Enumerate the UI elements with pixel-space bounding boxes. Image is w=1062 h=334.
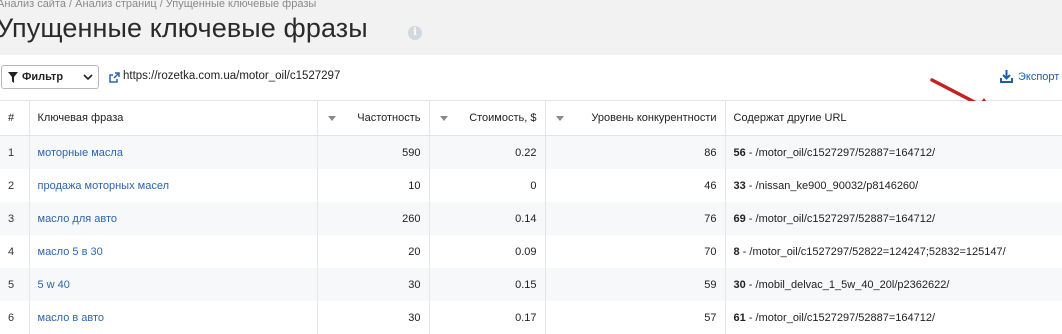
column-header-other-urls[interactable]: Содержат другие URL xyxy=(725,101,1062,136)
table-row: 6 масло в авто 30 0.17 57 61 - /motor_oi… xyxy=(0,301,1062,334)
phrase-link[interactable]: продажа моторных масел xyxy=(38,180,170,192)
url-path: - /nissan_ke900_90032/p8146260/ xyxy=(745,179,919,192)
table-header-row: # Ключевая фраза Частотность Стоимость, … xyxy=(0,101,1062,136)
download-icon xyxy=(1000,70,1013,83)
column-header-cost[interactable]: Стоимость, $ xyxy=(429,101,546,136)
phrase-cell: продажа моторных масел xyxy=(29,169,318,202)
other-urls-cell: 56 - /motor_oil/c1527297/52887=164712/ xyxy=(725,135,1062,169)
competition-cell: 86 xyxy=(545,135,726,169)
phrase-link[interactable]: масло 5 в 30 xyxy=(38,246,103,258)
phrase-link[interactable]: масло в авто xyxy=(38,312,105,324)
row-index: 6 xyxy=(0,301,30,334)
column-header-index: # xyxy=(0,101,30,136)
url-path: - /mobil_delvac_1_5w_40_20l/p2362622/ xyxy=(745,278,950,291)
other-urls-cell: 61 - /motor_oil/c1527297/52887=164712/ xyxy=(725,301,1062,334)
phrase-cell: моторные масла xyxy=(29,135,318,169)
table-row: 4 масло 5 в 30 20 0.09 70 8 - /motor_oil… xyxy=(0,235,1062,268)
other-urls-cell: 30 - /mobil_delvac_1_5w_40_20l/p2362622/ xyxy=(725,268,1062,301)
page-title: Упущенные ключевые фразы xyxy=(0,13,368,43)
phrase-link[interactable]: масло для авто xyxy=(38,213,118,225)
frequency-cell: 20 xyxy=(317,235,430,268)
cost-cell: 0.09 xyxy=(429,235,546,268)
frequency-cell: 260 xyxy=(317,202,430,235)
sort-arrow-icon[interactable] xyxy=(555,115,564,121)
cost-cell: 0.15 xyxy=(429,268,546,301)
phrase-link[interactable]: моторные масла xyxy=(38,147,123,159)
page-url[interactable]: https://rozetka.com.ua/motor_oil/c152729… xyxy=(123,70,340,82)
url-path: - /motor_oil/c1527297/52887=164712/ xyxy=(745,146,936,159)
chevron-down-icon xyxy=(83,74,93,81)
phrase-cell: масло 5 в 30 xyxy=(29,235,318,268)
external-link-icon[interactable] xyxy=(109,72,120,83)
row-index: 2 xyxy=(0,169,30,202)
breadcrumb[interactable]: Анализ сайта / Анализ страниц / Упущенны… xyxy=(0,0,316,10)
url-count: 61 xyxy=(733,311,746,324)
table-row: 1 моторные масла 590 0.22 86 56 - /motor… xyxy=(0,135,1062,169)
url-count: 69 xyxy=(733,212,746,225)
url-count: 30 xyxy=(733,278,746,291)
table-row: 5 5 w 40 30 0.15 59 30 - /mobil_delvac_1… xyxy=(0,268,1062,301)
phrase-link[interactable]: 5 w 40 xyxy=(38,279,70,291)
filter-button[interactable]: Фильтр xyxy=(1,65,99,89)
url-path: - /motor_oil/c1527297/52887=164712/ xyxy=(745,212,936,225)
row-index: 5 xyxy=(0,268,30,301)
frequency-cell: 30 xyxy=(317,268,430,301)
other-urls-cell: 8 - /motor_oil/c1527297/52822=124247;528… xyxy=(725,235,1062,268)
cost-cell: 0.22 xyxy=(429,135,546,169)
cost-cell: 0.14 xyxy=(429,202,546,235)
table-row: 2 продажа моторных масел 10 0 46 33 - /n… xyxy=(0,169,1062,202)
competition-cell: 57 xyxy=(545,301,726,334)
toolbar: Фильтр https://rozetka.com.ua/motor_oil/… xyxy=(0,55,1062,117)
url-path: - /motor_oil/c1527297/52822=124247;52832… xyxy=(739,245,1006,258)
export-button-label: Экспорт xyxy=(1018,71,1060,83)
column-header-competition[interactable]: Уровень конкурентности xyxy=(545,101,726,136)
column-header-phrase[interactable]: Ключевая фраза xyxy=(29,101,318,136)
cost-cell: 0.17 xyxy=(429,301,546,334)
competition-cell: 59 xyxy=(545,268,726,301)
cost-cell: 0 xyxy=(429,169,546,202)
funnel-icon xyxy=(8,72,18,83)
info-icon[interactable]: i xyxy=(408,26,422,40)
other-urls-cell: 69 - /motor_oil/c1527297/52887=164712/ xyxy=(725,202,1062,235)
url-count: 56 xyxy=(733,146,746,159)
competition-cell: 76 xyxy=(545,202,726,235)
row-index: 3 xyxy=(0,202,30,235)
phrase-cell: 5 w 40 xyxy=(29,268,318,301)
phrase-cell: масло для авто xyxy=(29,202,318,235)
row-index: 4 xyxy=(0,235,30,268)
competition-cell: 70 xyxy=(545,235,726,268)
sort-arrow-icon[interactable] xyxy=(327,115,336,121)
row-index: 1 xyxy=(0,135,30,169)
header-band: Анализ сайта / Анализ страниц / Упущенны… xyxy=(0,0,1062,55)
table-row: 3 масло для авто 260 0.14 76 69 - /motor… xyxy=(0,202,1062,235)
url-path: - /motor_oil/c1527297/52887=164712/ xyxy=(745,311,936,324)
keywords-table: # Ключевая фраза Частотность Стоимость, … xyxy=(0,101,1062,334)
column-header-frequency[interactable]: Частотность xyxy=(317,101,430,136)
frequency-cell: 590 xyxy=(317,135,430,169)
sort-arrow-icon[interactable] xyxy=(439,115,448,121)
frequency-cell: 10 xyxy=(317,169,430,202)
phrase-cell: масло в авто xyxy=(29,301,318,334)
frequency-cell: 30 xyxy=(317,301,430,334)
url-count: 33 xyxy=(733,179,746,192)
filter-button-label: Фильтр xyxy=(22,71,64,83)
other-urls-cell: 33 - /nissan_ke900_90032/p8146260/ xyxy=(725,169,1062,202)
competition-cell: 46 xyxy=(545,169,726,202)
